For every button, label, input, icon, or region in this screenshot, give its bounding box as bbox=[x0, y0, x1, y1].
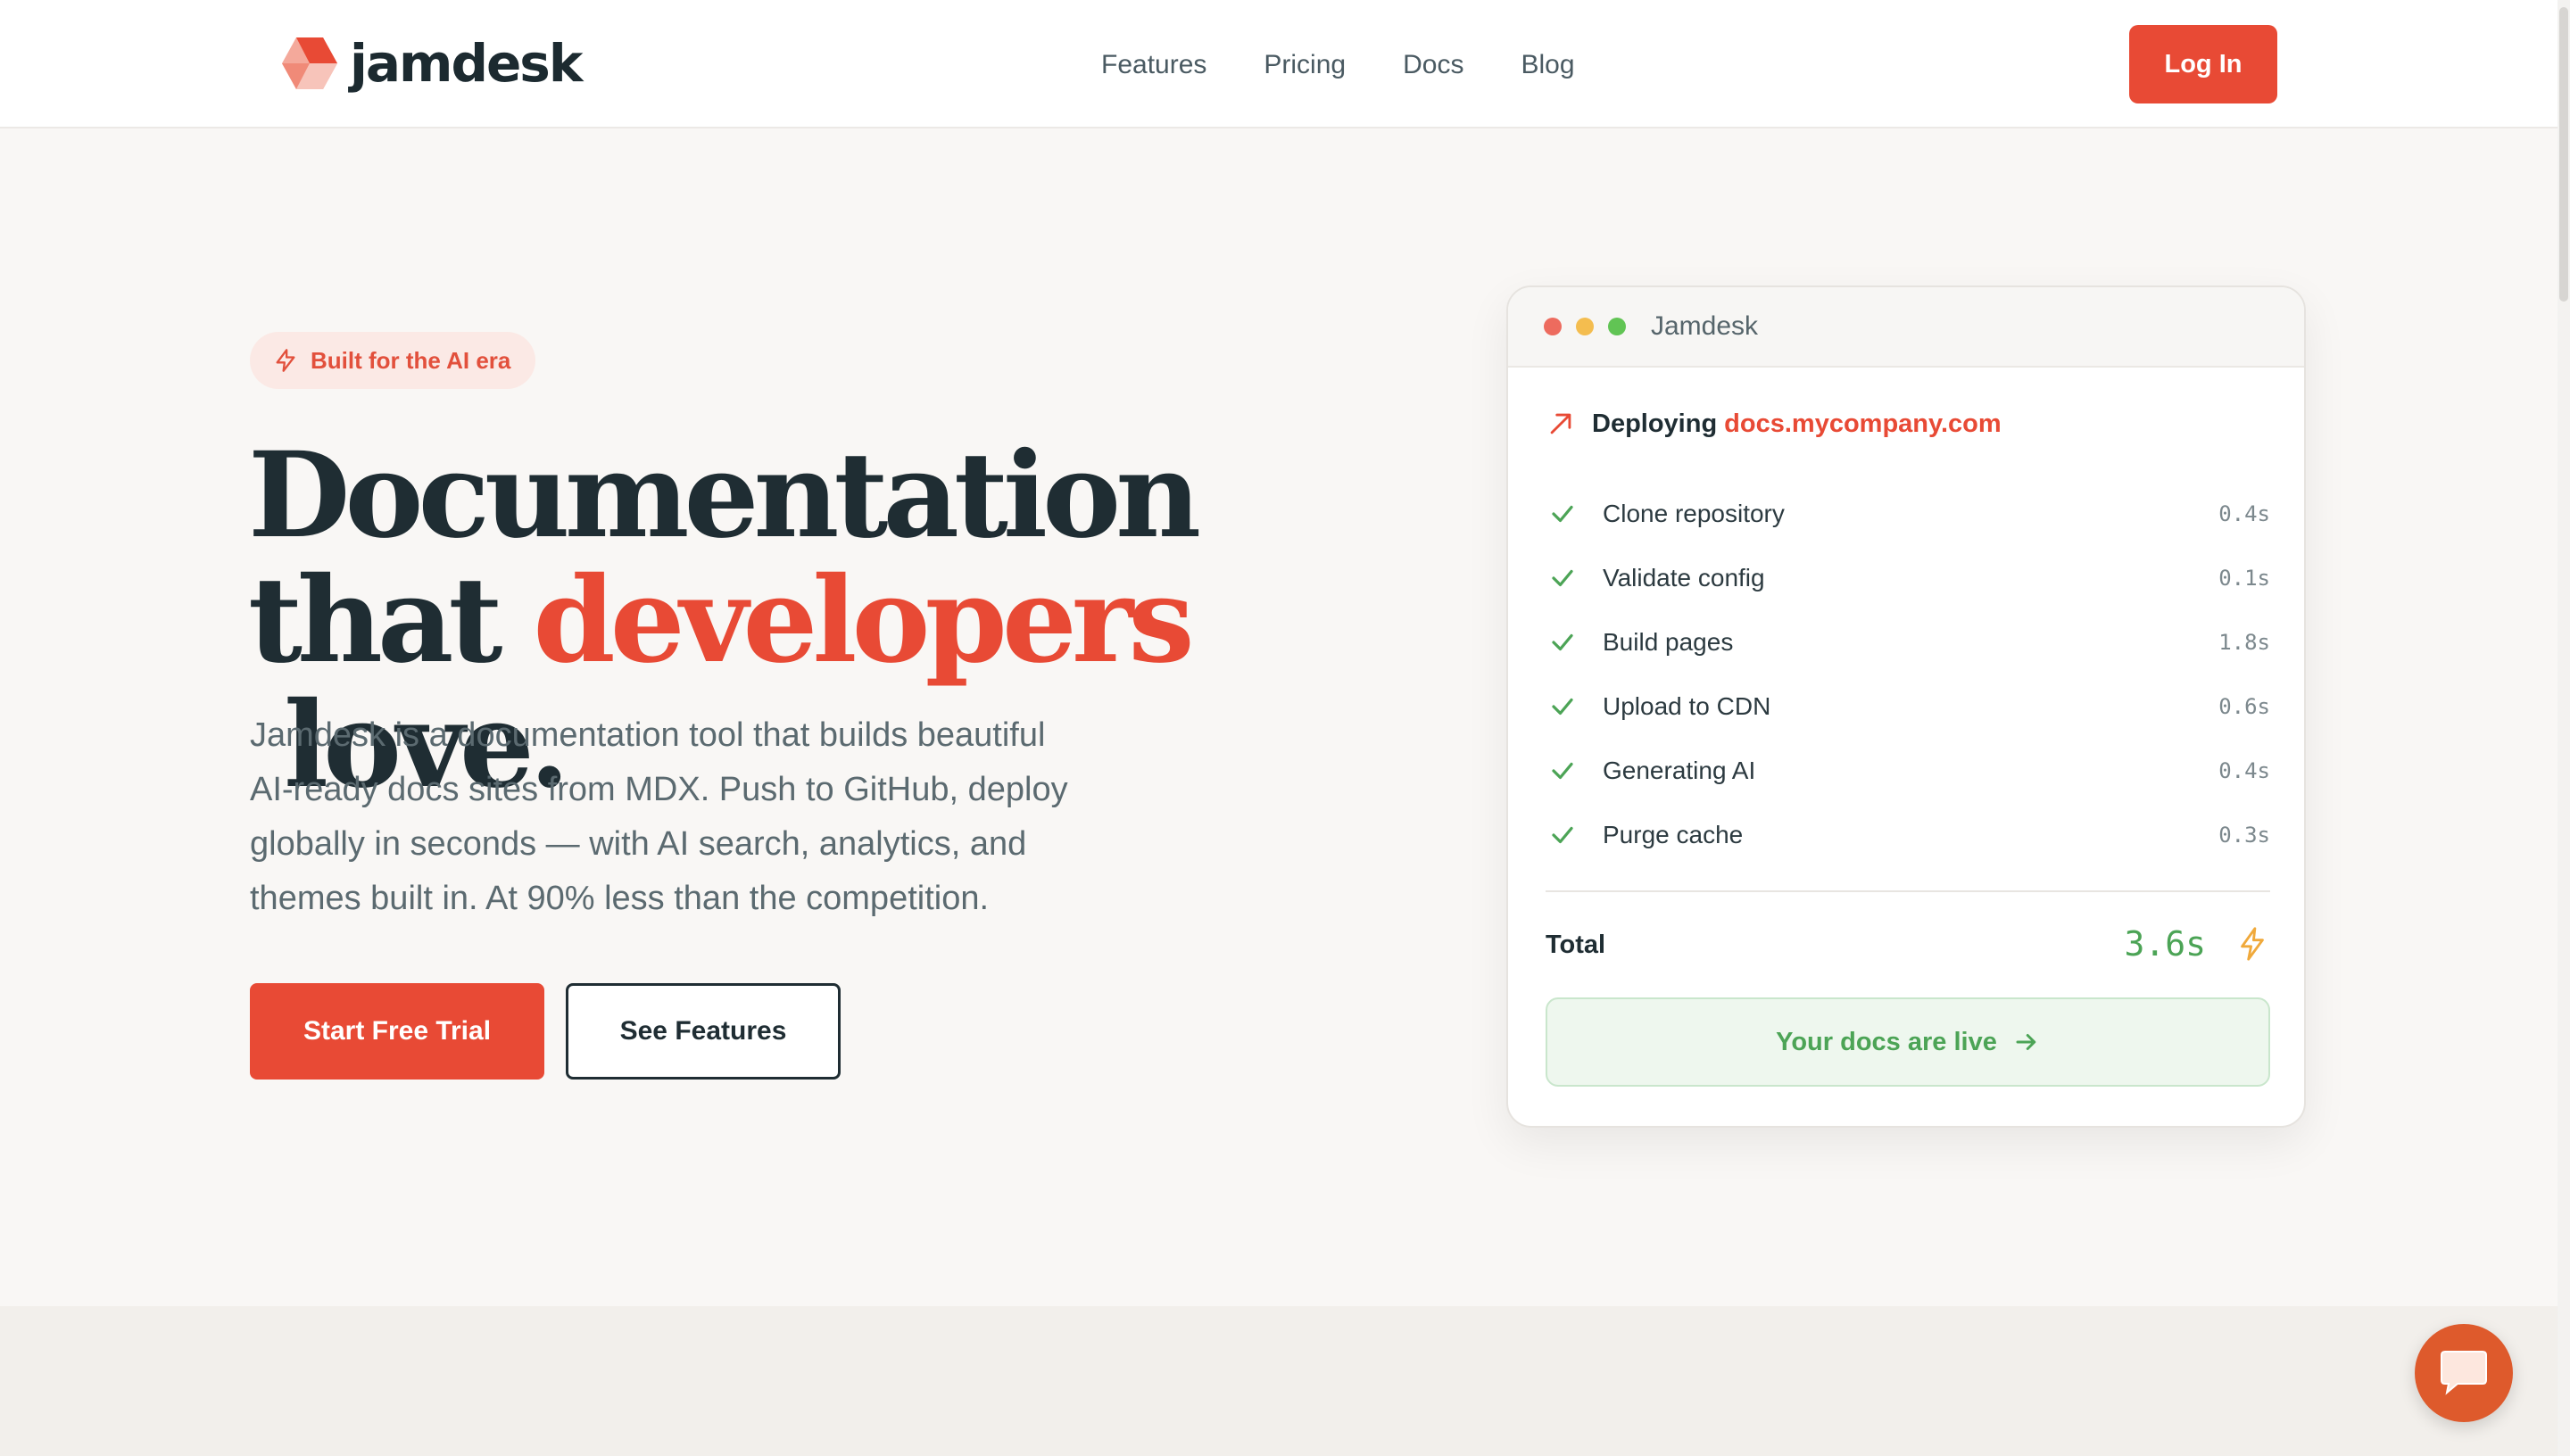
nav-link-pricing[interactable]: Pricing bbox=[1264, 45, 1346, 86]
arrow-right-icon bbox=[2016, 1034, 2036, 1050]
card-window-title: Jamdesk bbox=[1651, 311, 1759, 341]
arrow-up-right-icon bbox=[1550, 413, 1571, 434]
window-minimize-dot bbox=[1576, 318, 1594, 335]
nav-link-docs[interactable]: Docs bbox=[1403, 45, 1463, 86]
step-time: 0.4s bbox=[2218, 758, 2270, 783]
window-close-dot bbox=[1544, 318, 1562, 335]
check-icon bbox=[1552, 698, 1573, 716]
total-label: Total bbox=[1546, 931, 1606, 959]
nav-link-features[interactable]: Features bbox=[1101, 45, 1206, 86]
hero-badge: Built for the AI era bbox=[250, 332, 536, 389]
see-features-button[interactable]: See Features bbox=[566, 983, 841, 1080]
list-item: Upload to CDN 0.6s bbox=[1546, 674, 2270, 739]
card-titlebar: Jamdesk bbox=[1508, 287, 2304, 368]
headline-accent: developers bbox=[533, 551, 1194, 690]
nav-links: Features Pricing Docs Blog bbox=[1101, 45, 1575, 86]
window-maximize-dot bbox=[1608, 318, 1626, 335]
deploying-text: Deploying docs.mycompany.com bbox=[1592, 410, 2002, 439]
chat-widget-button[interactable] bbox=[2415, 1324, 2513, 1422]
deploying-label: Deploying bbox=[1592, 409, 1718, 438]
step-label: Purge cache bbox=[1603, 821, 1744, 848]
step-time: 1.8s bbox=[2218, 630, 2270, 655]
start-free-trial-button[interactable]: Start Free Trial bbox=[250, 983, 544, 1080]
list-item: Generating AI 0.4s bbox=[1546, 739, 2270, 803]
hero-description: Jamdesk is a documentation tool that bui… bbox=[250, 716, 1068, 917]
card-divider bbox=[1546, 890, 2270, 892]
logo-link[interactable]: jamdesk bbox=[278, 32, 583, 95]
step-time: 0.3s bbox=[2218, 823, 2270, 848]
deploy-steps-list: Clone repository 0.4s Validate config 0.… bbox=[1546, 482, 2270, 867]
lightning-icon bbox=[2241, 927, 2264, 961]
check-icon bbox=[1552, 826, 1573, 844]
step-label: Build pages bbox=[1603, 628, 1734, 656]
headline-line-1: Documentation bbox=[248, 426, 1201, 565]
list-item: Build pages 1.8s bbox=[1546, 610, 2270, 674]
step-label: Generating AI bbox=[1603, 757, 1756, 784]
next-section-band bbox=[0, 1306, 2558, 1456]
step-label: Clone repository bbox=[1603, 500, 1785, 527]
list-item: Clone repository 0.4s bbox=[1546, 482, 2270, 546]
nav-link-blog[interactable]: Blog bbox=[1521, 45, 1574, 86]
check-icon bbox=[1552, 762, 1573, 780]
step-time: 0.4s bbox=[2218, 501, 2270, 526]
logo-wordmark: jamdesk bbox=[350, 33, 583, 94]
top-navbar: jamdesk Features Pricing Docs Blog Log I… bbox=[0, 0, 2558, 128]
scrollbar-thumb[interactable] bbox=[2559, 7, 2568, 302]
step-time: 0.1s bbox=[2218, 566, 2270, 591]
deploying-status: Deploying docs.mycompany.com bbox=[1546, 409, 2002, 439]
step-time: 0.6s bbox=[2218, 694, 2270, 719]
chat-bubble-icon bbox=[2441, 1351, 2487, 1395]
step-label: Upload to CDN bbox=[1603, 692, 1771, 720]
docs-live-text: Your docs are live bbox=[1776, 1027, 1997, 1056]
deploy-card: Jamdesk Deploying docs.mycompany.com Clon… bbox=[1506, 285, 2306, 1128]
list-item: Purge cache 0.3s bbox=[1546, 803, 2270, 867]
login-button[interactable]: Log In bbox=[2129, 25, 2277, 103]
list-item: Validate config 0.1s bbox=[1546, 546, 2270, 610]
docs-live-link[interactable]: Your docs are live bbox=[1546, 997, 2270, 1087]
lightning-icon bbox=[276, 349, 295, 372]
step-label: Validate config bbox=[1603, 564, 1765, 592]
hero-badge-text: Built for the AI era bbox=[311, 346, 511, 374]
check-icon bbox=[1552, 633, 1573, 651]
hexagon-logo-icon bbox=[282, 37, 337, 89]
deploy-domain: docs.mycompany.com bbox=[1724, 409, 2002, 438]
check-icon bbox=[1552, 569, 1573, 587]
headline-that: that bbox=[248, 551, 534, 690]
check-icon bbox=[1552, 505, 1573, 523]
total-value: 3.6s bbox=[2124, 924, 2206, 964]
